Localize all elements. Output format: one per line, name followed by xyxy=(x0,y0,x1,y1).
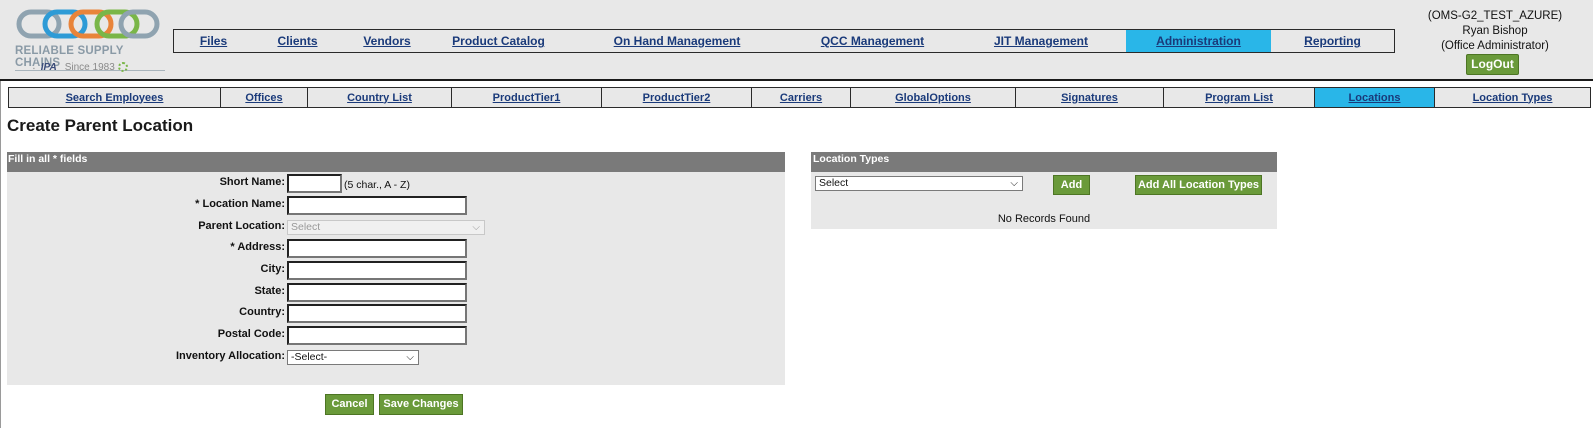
inventory-allocation-select[interactable]: -Select- ⌵ xyxy=(287,350,419,365)
cancel-button[interactable]: Cancel xyxy=(325,394,374,415)
short-name-label: Short Name: xyxy=(219,176,285,188)
subnav-locations[interactable]: Locations xyxy=(1315,88,1435,107)
subnav-country-list[interactable]: Country List xyxy=(308,88,452,107)
main-nav-vendors[interactable]: Vendors xyxy=(342,30,432,52)
city-label: City: xyxy=(260,263,285,275)
ipa-logo: IPA xyxy=(40,62,57,73)
location-type-value: Select xyxy=(819,177,849,189)
main-nav-reporting[interactable]: Reporting xyxy=(1271,30,1394,52)
subnav-offices[interactable]: Offices xyxy=(221,88,308,107)
company-logo[interactable]: RELIABLE SUPPLY CHAINS ▪ IPA Since 1983 xyxy=(13,6,165,76)
address-label: * Address: xyxy=(230,241,285,253)
main-nav-product-catalog[interactable]: Product Catalog xyxy=(432,30,565,52)
subnav-location-types[interactable]: Location Types xyxy=(1435,88,1590,107)
chevron-down-icon: ⌵ xyxy=(1010,178,1018,189)
parent-location-label: Parent Location: xyxy=(198,220,285,232)
chevron-down-icon: ⌵ xyxy=(472,222,480,233)
add-location-type-button[interactable]: Add xyxy=(1053,175,1090,195)
short-name-hint: (5 char., A - Z) xyxy=(344,179,410,191)
since-text: Since 1983 xyxy=(64,62,115,73)
subnav-search-employees[interactable]: Search Employees xyxy=(9,88,221,107)
no-records-message: No Records Found xyxy=(997,213,1091,225)
main-nav-clients[interactable]: Clients xyxy=(253,30,342,52)
main-nav: Files Clients Vendors Product Catalog On… xyxy=(173,29,1395,53)
state-label: State: xyxy=(254,285,285,297)
dotted-circle-icon xyxy=(117,62,128,73)
logo-tagline: ▪ IPA Since 1983 xyxy=(33,62,128,73)
country-input[interactable] xyxy=(287,304,467,323)
subnav-program-list[interactable]: Program List xyxy=(1164,88,1315,107)
location-name-label: * Location Name: xyxy=(195,198,285,210)
subnav-producttier2[interactable]: ProductTier2 xyxy=(602,88,752,107)
location-types-header: Location Types xyxy=(811,152,1277,172)
parent-location-value: Select xyxy=(291,221,321,233)
form-header: Fill in all * fields xyxy=(7,152,785,172)
main-nav-on-hand-management[interactable]: On Hand Management xyxy=(565,30,789,52)
logout-button[interactable]: LogOut xyxy=(1466,54,1519,75)
page-title: Create Parent Location xyxy=(7,116,194,135)
state-input[interactable] xyxy=(287,283,467,302)
main-nav-qcc-management[interactable]: QCC Management xyxy=(789,30,956,52)
chevron-down-icon: ⌵ xyxy=(406,352,414,363)
postal-code-label: Postal Code: xyxy=(217,328,285,340)
location-name-input[interactable] xyxy=(287,196,467,215)
inventory-allocation-value: -Select- xyxy=(291,351,328,363)
subnav-globaloptions[interactable]: GlobalOptions xyxy=(851,88,1016,107)
subnav-producttier1[interactable]: ProductTier1 xyxy=(452,88,602,107)
subnav-carriers[interactable]: Carriers xyxy=(752,88,851,107)
short-name-input[interactable] xyxy=(287,174,342,193)
logo-tiny-mark: ▪ xyxy=(33,66,35,72)
admin-sub-nav: Search Employees Offices Country List Pr… xyxy=(8,87,1591,108)
parent-location-select: Select ⌵ xyxy=(287,220,485,235)
postal-code-input[interactable] xyxy=(287,326,467,345)
main-nav-administration[interactable]: Administration xyxy=(1126,30,1271,52)
user-name: Ryan Bishop xyxy=(1462,25,1528,37)
subnav-signatures[interactable]: Signatures xyxy=(1016,88,1164,107)
chain-links-icon xyxy=(16,9,160,39)
main-nav-jit-management[interactable]: JIT Management xyxy=(956,30,1126,52)
add-all-location-types-button[interactable]: Add All Location Types xyxy=(1135,175,1262,195)
main-nav-files[interactable]: Files xyxy=(174,30,253,52)
user-role: (Office Administrator) xyxy=(1441,40,1549,52)
header-bar: RELIABLE SUPPLY CHAINS ▪ IPA Since 1983 Fi… xyxy=(0,0,1593,81)
location-type-select[interactable]: Select ⌵ xyxy=(815,176,1023,191)
city-input[interactable] xyxy=(287,261,467,280)
environment-label: (OMS-G2_TEST_AZURE) xyxy=(1427,10,1563,22)
inventory-allocation-label: Inventory Allocation: xyxy=(176,350,285,362)
save-changes-button[interactable]: Save Changes xyxy=(379,394,463,415)
user-info: (OMS-G2_TEST_AZURE) Ryan Bishop (Office … xyxy=(1405,9,1585,54)
address-input[interactable] xyxy=(287,239,467,258)
country-label: Country: xyxy=(239,306,285,318)
